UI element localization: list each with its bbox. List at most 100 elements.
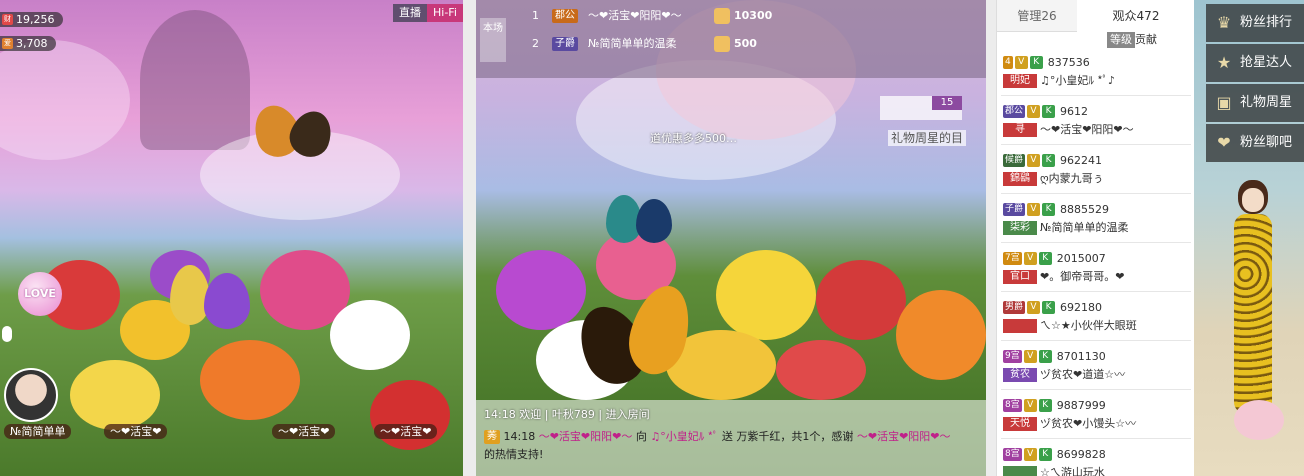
k-icon: K [1029, 56, 1043, 69]
flower [370, 380, 450, 450]
flower [330, 300, 410, 370]
user-level-badge: 8宫 [1003, 448, 1022, 461]
host-avatar[interactable] [4, 368, 58, 422]
love-button[interactable]: LOVE [18, 272, 62, 316]
k-icon: K [1042, 301, 1056, 314]
rank-number: 1 [532, 9, 539, 22]
title-tag: 柒彩 [1003, 221, 1037, 235]
user-level-badge: 7宫 [1003, 252, 1022, 265]
gift-message: 莠 14:18 ～❤活宝❤阳阳❤～ 向 ♫°小皇妃ﾙ *ﾟ 送 万紫千红，共1个… [484, 428, 954, 464]
user-nickname[interactable]: ☆ㄟ游山玩水 [1040, 466, 1105, 476]
rank-row[interactable]: 2 子爵 №简简单单的温柔 500 [476, 32, 986, 56]
live-tab[interactable]: 直播 [393, 4, 427, 22]
rank-value: 10300 [734, 9, 773, 22]
thanks-name[interactable]: ～❤活宝❤阳阳❤～ [857, 430, 951, 443]
fan-chat-button[interactable]: ❤ 粉丝聊吧 [1206, 124, 1304, 162]
audience-row[interactable]: 8宫 V K 9887999 天悦 ヅ贫农❤小馒头☆〰 [1001, 393, 1191, 439]
vip-icon: V [1027, 203, 1041, 216]
flower [816, 260, 906, 340]
col-contrib[interactable]: 贡献 [1135, 32, 1157, 48]
user-nickname[interactable]: ღ内蒙九哥ぅ [1040, 172, 1104, 185]
pet-icon [1234, 400, 1284, 440]
gift-icon [714, 8, 730, 24]
live-video-pane[interactable]: 财 19,256 爱 3,708 直播 Hi-Fi LOVE №简简单单 ～❤活… [0, 0, 463, 476]
user-nickname[interactable]: ♫°小皇妃ﾙ *ﾟ♪ [1040, 74, 1115, 87]
gift-icon [714, 36, 730, 52]
audience-row[interactable]: 子爵 V K 8885529 柒彩 №简简单单的温柔 [1001, 197, 1191, 243]
stage-seat-label[interactable]: ～❤活宝❤ [374, 424, 438, 439]
audience-row[interactable]: 4 V K 837536 明妃 ♫°小皇妃ﾙ *ﾟ♪ [1001, 50, 1191, 96]
user-nickname[interactable]: №简简单单的温柔 [1040, 221, 1128, 234]
fans-ranking-button[interactable]: ♛ 粉丝排行 [1206, 4, 1304, 42]
col-level[interactable]: 等级 [1107, 32, 1135, 48]
user-level-badge: 候爵 [1003, 154, 1026, 167]
user-id: 8699828 [1056, 448, 1106, 461]
rank-value-wrap: 10300 [714, 4, 772, 28]
rank-badge: 子爵 [552, 37, 578, 51]
user-level-badge: 子爵 [1003, 203, 1026, 216]
k-icon: K [1042, 154, 1056, 167]
audience-row[interactable]: 候爵 V K 962241 錦鷂 ღ内蒙九哥ぅ [1001, 148, 1191, 194]
vip-icon: V [1027, 105, 1041, 118]
rank-value-wrap: 500 [714, 32, 757, 56]
heart-icon: ❤ [1217, 133, 1231, 152]
audience-row-badges: 9宫 V K 8701130 [1003, 349, 1106, 363]
vehicle-count: 15 [932, 96, 962, 110]
tab-admins[interactable]: 管理26 [997, 0, 1077, 32]
side-menu: ♛ 粉丝排行 ★ 抢星达人 ▣ 礼物周星 ❤ 粉丝聊吧 [1194, 0, 1304, 476]
k-icon: K [1038, 399, 1052, 412]
audience-row-badges: 候爵 V K 962241 [1003, 153, 1102, 167]
user-level-badge: 9宫 [1003, 350, 1022, 363]
stage-seat-label[interactable]: ～❤活宝❤ [272, 424, 336, 439]
hifi-tab[interactable]: Hi-Fi [427, 4, 463, 22]
audience-row[interactable]: 9宫 V K 8701130 贫农 ヅ贫农❤道道☆〰 [1001, 344, 1191, 390]
fans-icon: 爱 [2, 38, 13, 49]
audience-row-badges: 8宫 V K 9887999 [1003, 398, 1106, 412]
user-level-badge: 郡公 [1003, 105, 1026, 118]
k-icon: K [1038, 448, 1052, 461]
audience-row-nick: 柒彩 №简简单单的温柔 [1003, 219, 1128, 235]
audience-row[interactable]: 郡公 V K 9612 寻～❤活宝❤阳阳❤～ [1001, 99, 1191, 145]
stage-seat-label[interactable]: №简简单单 [4, 424, 72, 439]
user-nickname[interactable]: ❤。御帝哥哥。❤ [1040, 270, 1124, 283]
fan-chat-label: 粉丝聊吧 [1240, 135, 1293, 150]
gift-week-button[interactable]: ▣ 礼物周星 [1206, 84, 1304, 122]
rank-row[interactable]: 1 郡公 ～❤活宝❤阳阳❤～ 10300 [476, 4, 986, 28]
user-id: 962241 [1060, 154, 1103, 167]
k-icon: K [1038, 350, 1052, 363]
cloud [0, 40, 130, 160]
stage-seat-label[interactable]: ～❤活宝❤ [104, 424, 168, 439]
audience-row-nick: 官口 ❤。御帝哥哥。❤ [1003, 268, 1124, 284]
user-nickname[interactable]: ～❤活宝❤阳阳❤～ [1040, 123, 1134, 136]
wealth-icon: 财 [2, 14, 13, 25]
user-id: 9887999 [1056, 399, 1106, 412]
user-nickname[interactable]: ㄟ☆★小伙伴大眼斑 [1040, 319, 1137, 332]
microphone-icon[interactable] [2, 326, 12, 342]
sender-name[interactable]: ～❤活宝❤阳阳❤～ [539, 430, 633, 443]
audience-row-nick: ㄟ☆★小伙伴大眼斑 [1003, 317, 1137, 333]
title-tag: 天悦 [1003, 417, 1037, 431]
user-id: 8885529 [1060, 203, 1110, 216]
audience-row[interactable]: 男爵 V K 692180 ㄟ☆★小伙伴大眼斑 [1001, 295, 1191, 341]
user-nickname[interactable]: ヅ贫农❤道道☆〰 [1040, 368, 1125, 381]
user-id: 837536 [1047, 56, 1090, 69]
target-name[interactable]: ♫°小皇妃ﾙ *ﾟ [650, 430, 718, 443]
audience-row-badges: 男爵 V K 692180 [1003, 300, 1102, 314]
k-icon: K [1042, 203, 1056, 216]
rank-number: 2 [532, 37, 539, 50]
fans-ranking-label: 粉丝排行 [1240, 15, 1293, 30]
audience-row[interactable]: 7宫 V K 2015007 官口 ❤。御帝哥哥。❤ [1001, 246, 1191, 292]
marquee-text: 道优惠多多500… [650, 132, 737, 145]
audience-row-badges: 7宫 V K 2015007 [1003, 251, 1106, 265]
vip-icon: V [1023, 350, 1037, 363]
notice-text[interactable]: 礼物周星的目 [887, 130, 966, 146]
gift-text: 万紫千红，共1个，感谢 [736, 430, 857, 443]
audience-row[interactable]: 8宫 V K 8699828 ☆ㄟ游山玩水 [1001, 442, 1191, 476]
tab-viewers[interactable]: 观众472 [1077, 0, 1194, 32]
audience-row-badges: 8宫 V K 8699828 [1003, 447, 1106, 461]
star-grab-button[interactable]: ★ 抢星达人 [1206, 44, 1304, 82]
vip-icon: V [1023, 399, 1037, 412]
user-nickname[interactable]: ヅ贫农❤小馒头☆〰 [1040, 417, 1136, 430]
user-tag: 莠 [484, 430, 500, 444]
flower [716, 250, 816, 340]
